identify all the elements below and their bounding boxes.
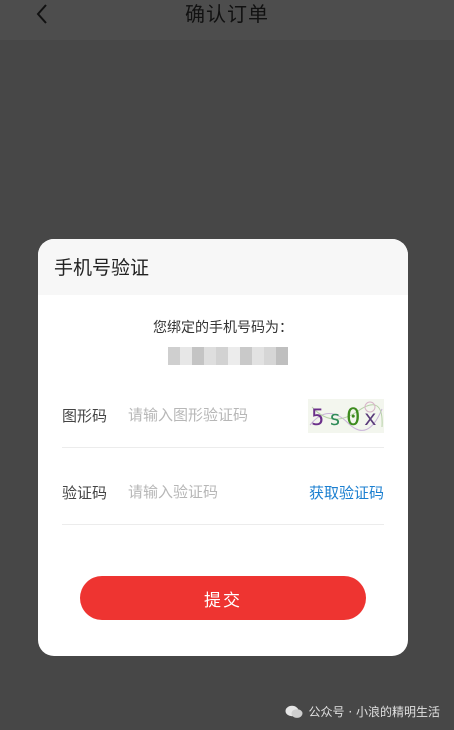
dialog-title: 手机号验证: [54, 257, 150, 279]
wechat-icon: [285, 705, 303, 718]
captcha-char-2: s: [329, 406, 341, 430]
captcha-image[interactable]: 5 s 0 x: [308, 399, 384, 433]
sms-code-input[interactable]: [128, 478, 278, 506]
captcha-char-4: x: [364, 406, 377, 430]
get-code-button[interactable]: 获取验证码: [309, 482, 384, 503]
captcha-char-3: 0: [346, 403, 360, 431]
bound-phone-label: 您绑定的手机号码为：: [153, 320, 293, 336]
sms-code-label: 验证码: [62, 484, 108, 502]
submit-button[interactable]: 提交: [80, 576, 366, 620]
masked-phone-number: [168, 347, 288, 365]
phone-verification-dialog: 手机号验证 您绑定的手机号码为： 图形码 5 s 0 x 验证码 获取验证码 提…: [38, 239, 408, 656]
watermark-text: 公众号 · 小浪的精明生活: [308, 705, 440, 719]
captcha-label: 图形码: [62, 407, 108, 425]
sms-code-row: 验证码 获取验证码: [62, 462, 384, 525]
page-title: 确认订单: [185, 2, 269, 26]
captcha-row: 图形码 5 s 0 x: [62, 385, 384, 448]
captcha-input[interactable]: [128, 401, 278, 429]
top-nav-bar: 确认订单: [0, 0, 454, 40]
captcha-char-1: 5: [311, 406, 324, 431]
watermark: 公众号 · 小浪的精明生活: [285, 703, 440, 720]
